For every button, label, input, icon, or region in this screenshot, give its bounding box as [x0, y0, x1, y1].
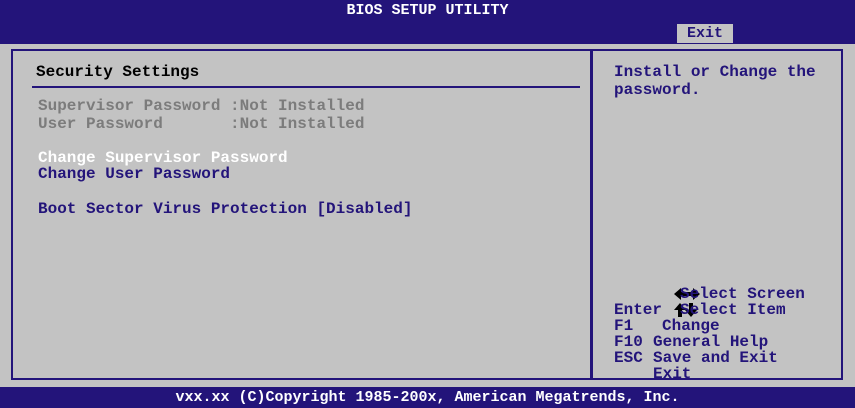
- utility-title: BIOS SETUP UTILITY: [346, 2, 509, 19]
- key-desc-f10: Save and Exit: [653, 349, 778, 367]
- key-desc-esc: Exit: [653, 365, 692, 383]
- boot-sector-virus-protection-item[interactable]: Boot Sector Virus Protection [Disabled]: [38, 200, 412, 218]
- key-desc-select-item: Select Item: [680, 301, 786, 319]
- key-desc-f1: General Help: [653, 333, 769, 351]
- key-row-f1: F1 General Help: [614, 302, 768, 350]
- section-rule: [32, 86, 580, 88]
- tab-exit[interactable]: Exit: [677, 24, 733, 43]
- key-row-esc: ESC Exit: [614, 334, 691, 382]
- key-row-select-screen: Select Screen: [614, 254, 805, 302]
- section-title: Security Settings: [36, 63, 200, 81]
- user-password-status: User Password :Not Installed: [38, 115, 365, 133]
- help-text: Install or Change the password.: [614, 63, 816, 99]
- supervisor-password-status: Supervisor Password :Not Installed: [38, 97, 365, 115]
- copyright-footer: vxx.xx (C)Copyright 1985-200x, American …: [0, 387, 855, 408]
- key-legend: Select Screen Select Item Enter Change F…: [614, 254, 805, 382]
- key-desc-enter: Change: [662, 317, 720, 335]
- key-row-enter: Enter Change: [614, 286, 720, 334]
- panel-divider: [590, 49, 593, 380]
- key-name-esc: ESC: [614, 349, 643, 367]
- change-user-password-item[interactable]: Change User Password: [38, 165, 230, 183]
- key-row-f10: F10 Save and Exit: [614, 318, 778, 366]
- key-row-select-item: Select Item: [614, 270, 786, 318]
